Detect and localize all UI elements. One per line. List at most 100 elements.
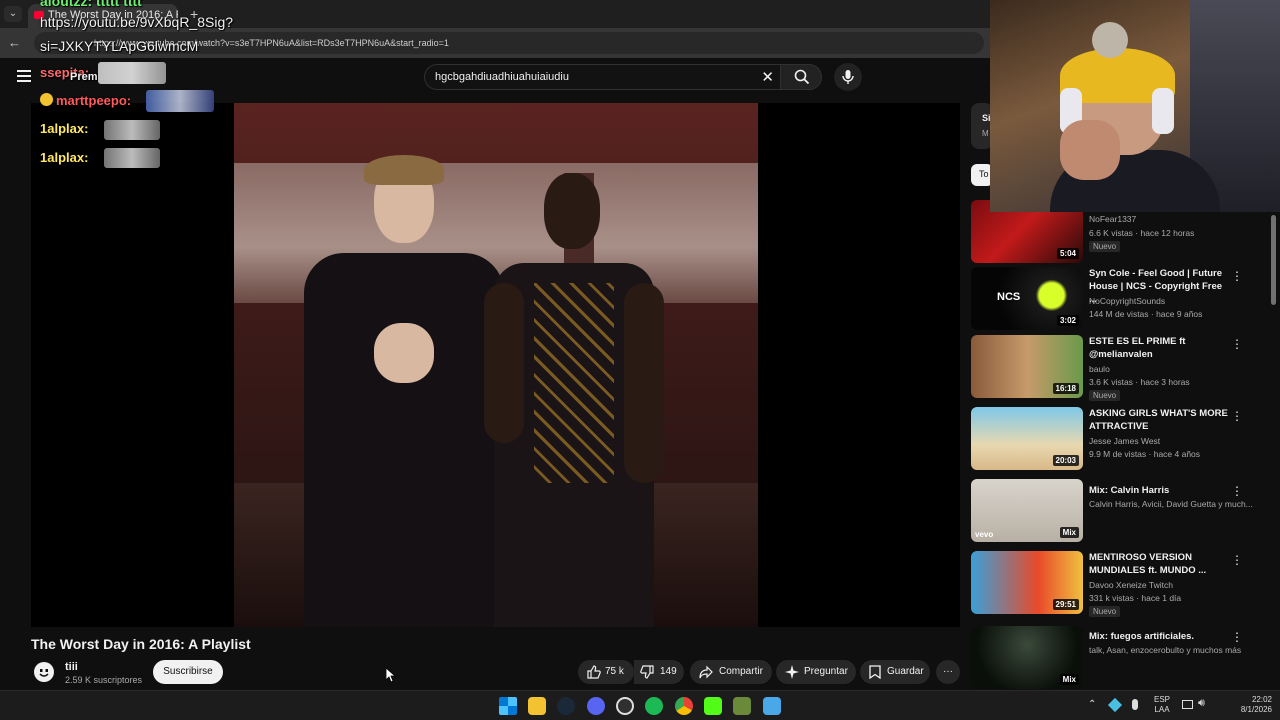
chat-emote-image bbox=[104, 148, 160, 168]
channel-name[interactable]: baulo bbox=[1089, 364, 1110, 374]
steam-icon[interactable] bbox=[557, 697, 575, 715]
video-thumbnail[interactable]: NCS 3:02 bbox=[971, 267, 1083, 330]
view-meta: 9.9 M de vistas · hace 4 años bbox=[1089, 449, 1201, 459]
more-actions-button[interactable]: ··· bbox=[936, 660, 960, 684]
ask-button[interactable]: Preguntar bbox=[776, 660, 856, 684]
voice-search-button[interactable] bbox=[834, 63, 862, 91]
duration-badge: 3:02 bbox=[1056, 315, 1079, 326]
network-icon[interactable] bbox=[1182, 700, 1193, 709]
system-clock[interactable]: 22:02 8/1/2026 bbox=[1222, 695, 1272, 715]
search-input[interactable]: hgcbgahdiuadhiuahuiaiudiu ✕ bbox=[424, 64, 780, 90]
sidebar-scrollbar[interactable] bbox=[1271, 215, 1276, 305]
subscribe-button[interactable]: Suscribirse bbox=[153, 660, 223, 684]
obs-icon[interactable] bbox=[616, 697, 634, 715]
video-title[interactable]: ASKING GIRLS WHAT'S MORE ATTRACTIVE bbox=[1089, 407, 1229, 433]
video-title[interactable]: Mix: fuegos artificiales. bbox=[1089, 630, 1229, 643]
share-label: Compartir bbox=[719, 666, 763, 677]
file-explorer-icon[interactable] bbox=[528, 697, 546, 715]
recommendation-item[interactable]: 29:51 MENTIROSO VERSION MUNDIALES ft. MU… bbox=[971, 551, 1251, 617]
more-options-icon[interactable]: ⋮ bbox=[1231, 337, 1243, 351]
kick-icon[interactable] bbox=[704, 697, 722, 715]
more-options-icon[interactable]: ⋮ bbox=[1231, 553, 1243, 567]
more-options-icon[interactable]: ⋮ bbox=[1231, 484, 1243, 498]
ask-label: Preguntar bbox=[804, 666, 848, 677]
like-button[interactable]: 75 k bbox=[578, 660, 634, 684]
thumbs-up-icon bbox=[587, 665, 601, 679]
subscriber-count: 2.59 K suscriptores bbox=[65, 675, 143, 685]
recommendation-item[interactable]: vevo Mix Mix: Calvin Harris Calvin Harri… bbox=[971, 479, 1253, 543]
person-left bbox=[294, 155, 514, 627]
input-language[interactable]: ESP LAA bbox=[1154, 695, 1170, 715]
search-icon bbox=[794, 69, 810, 85]
recommendation-item[interactable]: 20:03 ASKING GIRLS WHAT'S MORE ATTRACTIV… bbox=[971, 407, 1251, 471]
channel-name[interactable]: Calvin Harris, Avicii, David Guetta y mu… bbox=[1089, 499, 1253, 509]
windows-start-icon[interactable] bbox=[499, 697, 517, 715]
spotify-icon[interactable] bbox=[645, 697, 663, 715]
duration-badge: 20:03 bbox=[1052, 455, 1079, 466]
view-meta: 144 M de vistas · hace 9 años bbox=[1089, 309, 1203, 319]
mix-badge: Mix bbox=[1059, 674, 1079, 685]
channel-avatar[interactable] bbox=[34, 662, 54, 682]
vevo-logo: vevo bbox=[975, 530, 994, 539]
notepad-icon[interactable] bbox=[763, 697, 781, 715]
video-title[interactable]: MENTIROSO VERSION MUNDIALES ft. MUNDO ..… bbox=[1089, 551, 1229, 577]
more-options-icon[interactable]: ⋮ bbox=[1231, 630, 1243, 644]
more-options-icon[interactable]: ⋮ bbox=[1231, 269, 1243, 283]
thumbs-down-icon bbox=[640, 665, 654, 679]
tab-search-button[interactable]: ⌄ bbox=[4, 6, 22, 22]
channel-name[interactable]: NoFear1337 bbox=[1089, 214, 1136, 224]
language-code: ESP bbox=[1154, 695, 1171, 704]
clear-search-icon[interactable]: ✕ bbox=[761, 68, 774, 86]
chat-link-line-2: si=JXKYTYLApG6lwmcM bbox=[40, 38, 199, 54]
video-thumbnail[interactable]: Mix bbox=[971, 626, 1083, 689]
sidebar-top-card-sub: M bbox=[982, 129, 989, 138]
video-thumbnail[interactable]: vevo Mix bbox=[971, 479, 1083, 542]
ncs-logo: NCS bbox=[997, 291, 1021, 303]
chat-link-line-1: https://youtu.be/9vXbqR_8Sig? bbox=[40, 14, 234, 30]
channel-name[interactable]: talk, Asan, enzocerobulto y muchos más bbox=[1089, 645, 1241, 655]
share-button[interactable]: Compartir bbox=[690, 660, 772, 684]
search-button[interactable] bbox=[780, 64, 822, 90]
layout-code: LAA bbox=[1154, 705, 1170, 714]
chat-user-1alplax: 1alplax: bbox=[40, 150, 89, 165]
emoji-icon bbox=[40, 93, 53, 106]
share-icon bbox=[699, 665, 713, 679]
save-button[interactable]: Guardar bbox=[860, 660, 930, 684]
recommendation-item[interactable]: NCS 3:02 Syn Cole - Feel Good | Future H… bbox=[971, 267, 1251, 331]
discord-icon[interactable] bbox=[587, 697, 605, 715]
video-title[interactable]: ESTE ES EL PRIME ft @melianvalen bbox=[1089, 335, 1229, 361]
new-badge: Nuevo bbox=[1089, 390, 1121, 401]
video-thumbnail[interactable]: 29:51 bbox=[971, 551, 1083, 614]
chat-partial-text: Prem bbox=[70, 71, 98, 83]
video-title[interactable]: Mix: Calvin Harris bbox=[1089, 484, 1229, 497]
recommendation-item[interactable]: 16:18 ESTE ES EL PRIME ft @melianvalen b… bbox=[971, 335, 1251, 401]
chat-emote-image bbox=[98, 62, 166, 84]
channel-name[interactable]: Jesse James West bbox=[1089, 436, 1160, 446]
channel-name[interactable]: Davoo Xeneize Twitch bbox=[1089, 580, 1173, 590]
search-query: hgcbgahdiuadhiuahuiaiudiu bbox=[435, 71, 569, 83]
tray-mic-icon[interactable] bbox=[1132, 699, 1138, 710]
volume-icon[interactable]: 🔊︎ bbox=[1198, 697, 1205, 710]
video-thumbnail[interactable]: 16:18 bbox=[971, 335, 1083, 398]
view-meta: 331 k vistas · hace 1 día bbox=[1089, 593, 1182, 603]
new-badge: Nuevo bbox=[1089, 606, 1121, 617]
mouse-cursor-icon bbox=[386, 668, 396, 683]
more-options-icon[interactable]: ⋮ bbox=[1231, 409, 1243, 423]
channel-name[interactable]: NoCopyrightSounds bbox=[1089, 296, 1165, 306]
recommendation-item[interactable]: Mix Mix: fuegos artificiales. talk, Asan… bbox=[971, 626, 1251, 690]
sparkle-icon bbox=[785, 665, 799, 679]
back-arrow-icon[interactable]: ← bbox=[8, 35, 21, 50]
minecraft-icon[interactable] bbox=[733, 697, 751, 715]
dislike-button[interactable]: 149 bbox=[634, 660, 684, 684]
clock-time: 22:02 bbox=[1251, 695, 1272, 704]
channel-name[interactable]: tiii bbox=[65, 661, 78, 673]
dislike-count: 149 bbox=[660, 666, 677, 677]
show-hidden-icons[interactable]: ⌃ bbox=[1088, 699, 1096, 710]
save-label: Guardar bbox=[887, 666, 924, 677]
hamburger-menu-icon[interactable] bbox=[17, 70, 31, 82]
more-dots-icon: ··· bbox=[943, 666, 953, 677]
video-player[interactable] bbox=[31, 103, 960, 627]
video-thumbnail[interactable]: 20:03 bbox=[971, 407, 1083, 470]
tray-app-icon[interactable] bbox=[1107, 697, 1123, 713]
chrome-icon[interactable] bbox=[675, 697, 693, 715]
